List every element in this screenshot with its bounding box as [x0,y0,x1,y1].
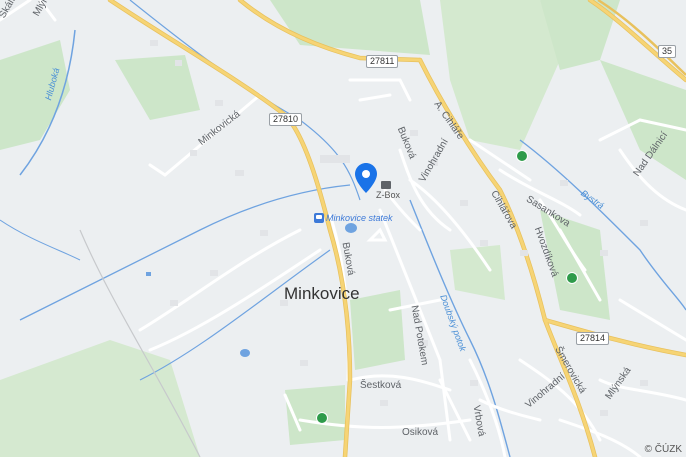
stream [0,219,81,261]
park-area [0,40,70,150]
park-area [270,0,430,55]
road-shield: 27810 [269,113,303,126]
road-shield: 27814 [576,332,610,345]
park-area [115,55,200,120]
copyright: © ČÚZK [644,444,682,455]
town-label: Minkovice [284,284,360,303]
map-view[interactable]: Mlýnská Minkovická Buková Buková A. Cihl… [0,0,686,457]
road-label: Šestková [360,380,402,391]
park-icon[interactable] [516,150,528,162]
pond [240,349,250,357]
road-shield: 27811 [366,55,399,68]
transit-stop-label: Minkovice statek [326,212,393,223]
park-icon[interactable] [316,412,328,424]
zbox-label: Z-Box [376,190,401,200]
bus-stop-icon [314,212,324,223]
road-shield: 35 [658,45,677,58]
park-icon[interactable] [566,272,578,284]
road-label: Osiková [402,427,439,438]
location-pin-icon[interactable] [355,163,377,193]
park-area [0,340,200,457]
pond [146,272,151,276]
parcel-box-icon [381,181,391,189]
zbox-poi[interactable]: Z-Box [376,181,400,200]
transit-stop[interactable]: Minkovice statek [314,209,393,227]
